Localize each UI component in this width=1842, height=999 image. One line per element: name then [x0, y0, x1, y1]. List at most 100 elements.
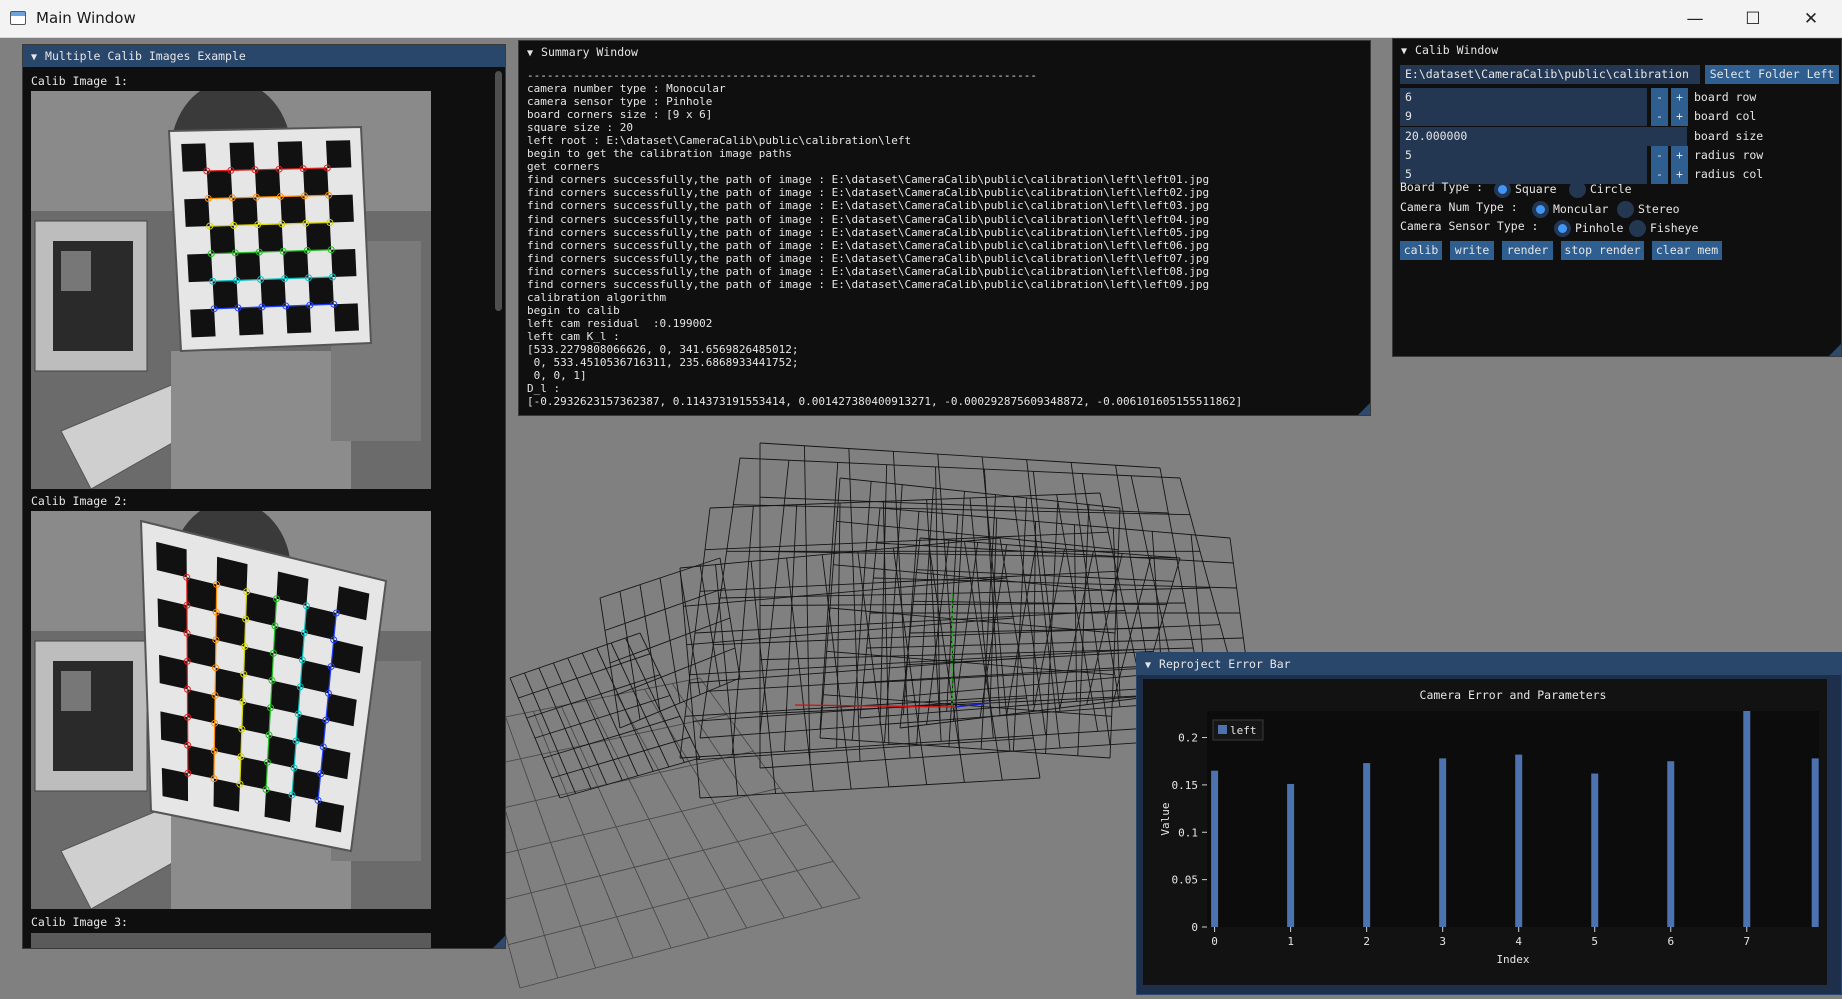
summary-log-line: square size : 20 [527, 121, 633, 135]
collapse-triangle-icon[interactable]: ▼ [1401, 41, 1407, 63]
calib-window-body[interactable]: E:\dataset\CameraCalib\public\calibratio… [1393, 61, 1841, 356]
calib-window[interactable]: ▼ Calib Window E:\dataset\CameraCalib\pub… [1392, 38, 1842, 357]
minimize-button[interactable]: — [1666, 0, 1724, 38]
x-axis-label: Index [1496, 953, 1529, 966]
stepper-plus-button[interactable]: + [1671, 88, 1688, 107]
radio-pinhole[interactable] [1554, 220, 1571, 237]
app-window-icon [10, 11, 26, 25]
summary-window-title[interactable]: ▼ Summary Window [519, 41, 1370, 63]
radio-moncular-label: Moncular [1553, 202, 1609, 216]
x-tick-label: 4 [1515, 935, 1522, 948]
calib-images-scrollbar[interactable] [495, 71, 502, 311]
summary-window-title-text: Summary Window [541, 45, 638, 59]
collapse-triangle-icon[interactable]: ▼ [1145, 655, 1151, 677]
stop-render-button[interactable]: stop render [1561, 241, 1644, 260]
reproject-error-window-title[interactable]: ▼ Reproject Error Bar [1137, 653, 1841, 675]
collapse-triangle-icon[interactable]: ▼ [527, 43, 533, 65]
legend-label: left [1230, 724, 1257, 737]
summary-log-line: 0, 533.4510536716311, 235.6868933441752; [527, 356, 799, 370]
x-tick-label: 7 [1743, 935, 1750, 948]
reproject-error-plot[interactable]: Camera Error and Parameters 0 0.05 0.1 0.15 0… [1143, 679, 1827, 985]
calib-images-window-title-text: Multiple Calib Images Example [45, 49, 246, 63]
summary-log-line: find corners successfully,the path of im… [527, 277, 1210, 291]
error-bar[interactable] [1667, 761, 1675, 927]
summary-log-line: find corners successfully,the path of im… [527, 173, 1210, 187]
stepper-plus-button[interactable]: + [1671, 146, 1688, 165]
render-button[interactable]: render [1502, 241, 1553, 260]
summary-log-line: begin to calib [527, 303, 620, 317]
calib-window-title[interactable]: ▼ Calib Window [1393, 39, 1841, 61]
calib-param-input[interactable]: 9 [1400, 107, 1647, 126]
os-window-title: Main Window [36, 9, 136, 27]
clear-mem-button[interactable]: clear mem [1652, 241, 1722, 260]
calib-param-label: board col [1694, 109, 1757, 123]
chart-legend[interactable]: left [1212, 719, 1264, 741]
summary-log-line: [533.2279808066626, 0, 341.6569826485012… [527, 342, 799, 356]
write-button[interactable]: write [1450, 241, 1494, 260]
reproject-error-window-body[interactable]: Camera Error and Parameters 0 0.05 0.1 0.15 0… [1137, 675, 1841, 994]
collapse-triangle-icon[interactable]: ▼ [31, 47, 37, 69]
calib-button[interactable]: calib [1400, 241, 1442, 260]
radio-stereo[interactable] [1617, 201, 1634, 218]
error-bar[interactable] [1743, 711, 1751, 927]
stepper-plus-button[interactable]: + [1671, 165, 1688, 184]
summary-log-line: find corners successfully,the path of im… [527, 186, 1210, 200]
calib-image-1 [31, 91, 431, 489]
summary-window[interactable]: ▼ Summary Window ------------------------… [518, 40, 1371, 416]
summary-window-body[interactable]: ----------------------------------------… [519, 63, 1370, 415]
summary-log-line: camera number type : Monocular [527, 82, 726, 96]
main-viewport[interactable]: ▼ Multiple Calib Images Example Calib Ima… [0, 38, 1842, 999]
error-bar[interactable] [1591, 773, 1599, 927]
summary-log-line: find corners successfully,the path of im… [527, 212, 1210, 226]
x-tick-label: 6 [1667, 935, 1674, 948]
error-bar[interactable] [1811, 758, 1819, 927]
calib-images-window-body[interactable]: Calib Image 1: Calib Image 2: Calib Imag… [23, 67, 505, 948]
error-bar[interactable] [1515, 754, 1523, 927]
resize-grip[interactable] [493, 936, 505, 948]
stepper-minus-button[interactable]: - [1651, 107, 1668, 126]
y-tick-label: 0.15 [1172, 779, 1199, 792]
stepper-plus-button[interactable]: + [1671, 107, 1688, 126]
summary-log-line: D_l : [527, 382, 561, 396]
radio-square[interactable] [1494, 181, 1511, 198]
resize-grip[interactable] [1829, 344, 1841, 356]
stepper-minus-button[interactable]: - [1651, 88, 1668, 107]
error-bar[interactable] [1439, 758, 1447, 927]
summary-log-line: find corners successfully,the path of im… [527, 199, 1210, 213]
calib-param-input[interactable]: 20.000000 [1400, 127, 1687, 146]
board-pose-grid [819, 477, 1121, 759]
radio-pinhole-label: Pinhole [1575, 221, 1624, 235]
summary-log-line: find corners successfully,the path of im… [527, 225, 1210, 239]
calib-image-2 [31, 511, 431, 909]
y-tick-label: 0 [1191, 921, 1198, 934]
summary-log-line: get corners [527, 160, 600, 174]
calib-param-input[interactable]: 5 [1400, 146, 1647, 165]
calib-param-input[interactable]: 6 [1400, 88, 1647, 107]
folder-path-field[interactable]: E:\dataset\CameraCalib\public\calibratio… [1400, 65, 1700, 84]
radio-fisheye-label: Fisheye [1650, 221, 1699, 235]
error-bar[interactable] [1211, 770, 1219, 927]
resize-grip[interactable] [1358, 403, 1370, 415]
select-folder-left-button[interactable]: Select Folder Left [1705, 65, 1839, 84]
stepper-minus-button[interactable]: - [1651, 165, 1668, 184]
reproject-error-window[interactable]: ▼ Reproject Error Bar Camera Error and Pa… [1136, 652, 1842, 995]
summary-log-line: calibration algorithm [527, 290, 667, 304]
radio-fisheye[interactable] [1629, 220, 1646, 237]
summary-log-line: find corners successfully,the path of im… [527, 264, 1210, 278]
calib-images-window[interactable]: ▼ Multiple Calib Images Example Calib Ima… [22, 44, 506, 949]
summary-log-line: left root : E:\dataset\CameraCalib\publi… [527, 134, 912, 148]
close-button[interactable]: ✕ [1782, 0, 1840, 38]
calib-param-label: board size [1694, 129, 1764, 143]
summary-log-line: 0, 0, 1] [527, 369, 587, 383]
stepper-minus-button[interactable]: - [1651, 146, 1668, 165]
chart-title: Camera Error and Parameters [1420, 688, 1607, 702]
radio-moncular[interactable] [1532, 201, 1549, 218]
summary-log-line: camera sensor type : Pinhole [527, 95, 713, 109]
maximize-icon: ☐ [1745, 9, 1761, 29]
error-bar[interactable] [1287, 783, 1295, 927]
plot-area[interactable] [1207, 711, 1819, 927]
maximize-button[interactable]: ☐ [1724, 0, 1782, 38]
error-bar[interactable] [1363, 763, 1371, 927]
radio-circle[interactable] [1569, 181, 1586, 198]
calib-images-window-title[interactable]: ▼ Multiple Calib Images Example [23, 45, 505, 67]
